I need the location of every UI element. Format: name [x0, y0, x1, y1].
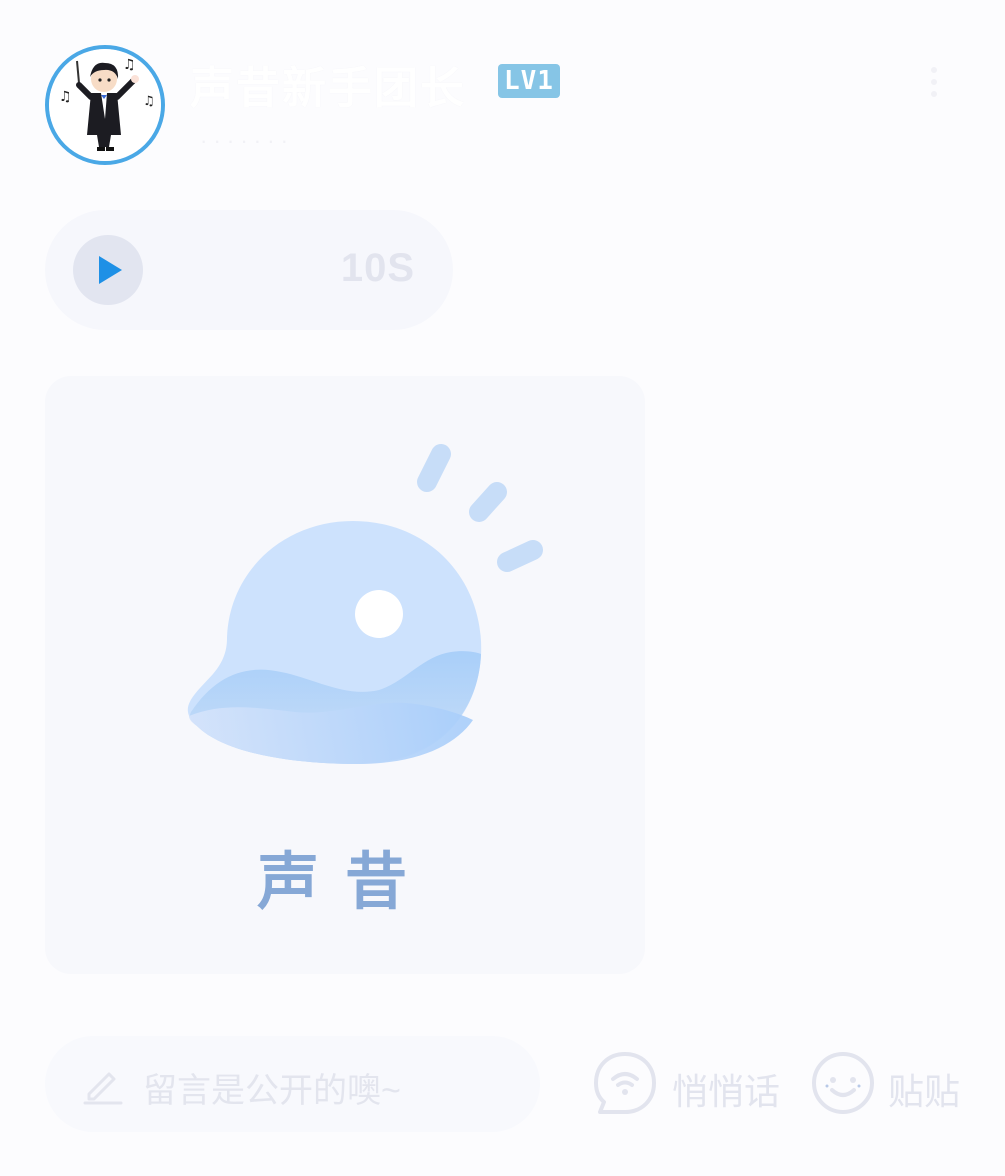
- svg-text:♫: ♫: [123, 57, 136, 73]
- svg-text:♫: ♫: [143, 94, 155, 109]
- post-meta: · · · · · · ·: [200, 128, 288, 153]
- pencil-icon: [83, 1072, 123, 1105]
- play-button[interactable]: [73, 235, 143, 305]
- comment-placeholder: 留言是公开的噢~: [143, 1072, 401, 1110]
- app-logo-icon: [187, 444, 543, 764]
- username[interactable]: 声昔新手团长: [190, 52, 466, 116]
- whisper-bubble-icon: [594, 1052, 656, 1114]
- voice-message-player[interactable]: 10S: [45, 210, 453, 330]
- post-image[interactable]: 声昔: [45, 376, 645, 974]
- more-vertical-icon[interactable]: [922, 62, 946, 102]
- voice-duration: 10S: [340, 246, 415, 290]
- level-badge: LV1: [498, 64, 560, 98]
- brand-name: 声昔: [256, 845, 433, 918]
- conductor-avatar-image: ♫ ♫ ♫: [49, 49, 161, 161]
- post-card: ♫ ♫ ♫ 声昔新手团长 LV1 · · · · · · · 10S 声昔 留言…: [0, 0, 1005, 1176]
- play-icon: [99, 256, 122, 284]
- whisper-label: 悄悄话: [672, 1071, 781, 1112]
- svg-text:♫: ♫: [59, 89, 72, 105]
- comment-input[interactable]: 留言是公开的噢~: [45, 1036, 540, 1132]
- avatar[interactable]: ♫ ♫ ♫: [45, 45, 165, 165]
- smiley-icon: [812, 1052, 874, 1114]
- sticker-label: 贴贴: [888, 1071, 961, 1112]
